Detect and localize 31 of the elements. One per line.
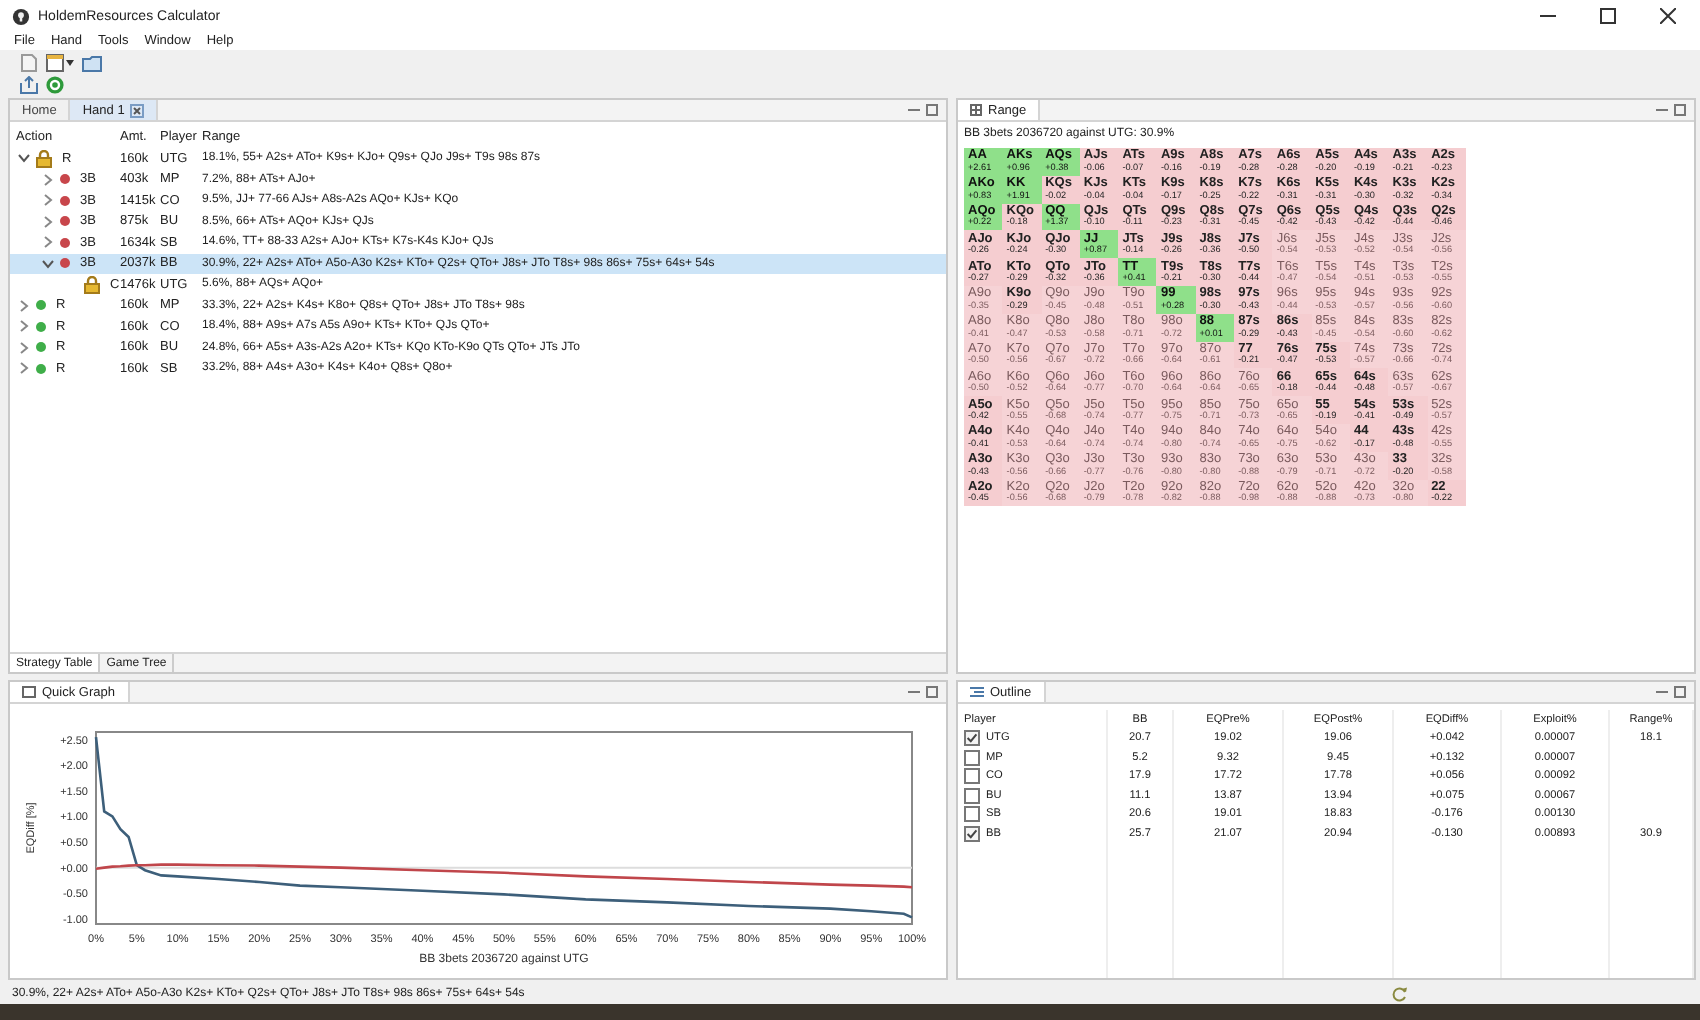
close-icon[interactable] [130, 103, 145, 117]
caret-icon[interactable] [42, 257, 54, 270]
run-icon[interactable] [46, 76, 64, 94]
caret-icon[interactable] [18, 299, 30, 312]
new-file-icon[interactable] [46, 54, 74, 72]
grid-icon [970, 104, 982, 116]
checkbox[interactable] [964, 806, 980, 823]
refresh-icon[interactable] [1392, 986, 1408, 1002]
caret-icon[interactable] [42, 173, 54, 186]
checkbox[interactable] [964, 768, 980, 785]
lock-icon [84, 275, 100, 294]
folder-icon[interactable] [82, 54, 102, 72]
checkbox[interactable] [964, 749, 980, 766]
app-logo-icon [12, 7, 30, 25]
list-icon [970, 686, 984, 698]
caret-icon[interactable] [42, 194, 54, 207]
close-icon[interactable] [1660, 8, 1676, 24]
maximize-icon[interactable] [1600, 8, 1616, 24]
checkbox[interactable] [964, 825, 980, 842]
caret-icon[interactable] [42, 215, 54, 228]
checkbox[interactable] [964, 730, 980, 747]
caret-icon[interactable] [18, 152, 30, 165]
caret-icon[interactable] [18, 341, 30, 354]
document-icon[interactable] [20, 54, 38, 72]
caret-icon[interactable] [18, 320, 30, 333]
caret-icon[interactable] [42, 236, 54, 249]
lock-icon [36, 149, 52, 168]
checkbox[interactable] [964, 787, 980, 804]
export-icon[interactable] [20, 76, 38, 94]
chart-icon [22, 686, 36, 698]
caret-icon[interactable] [18, 362, 30, 375]
